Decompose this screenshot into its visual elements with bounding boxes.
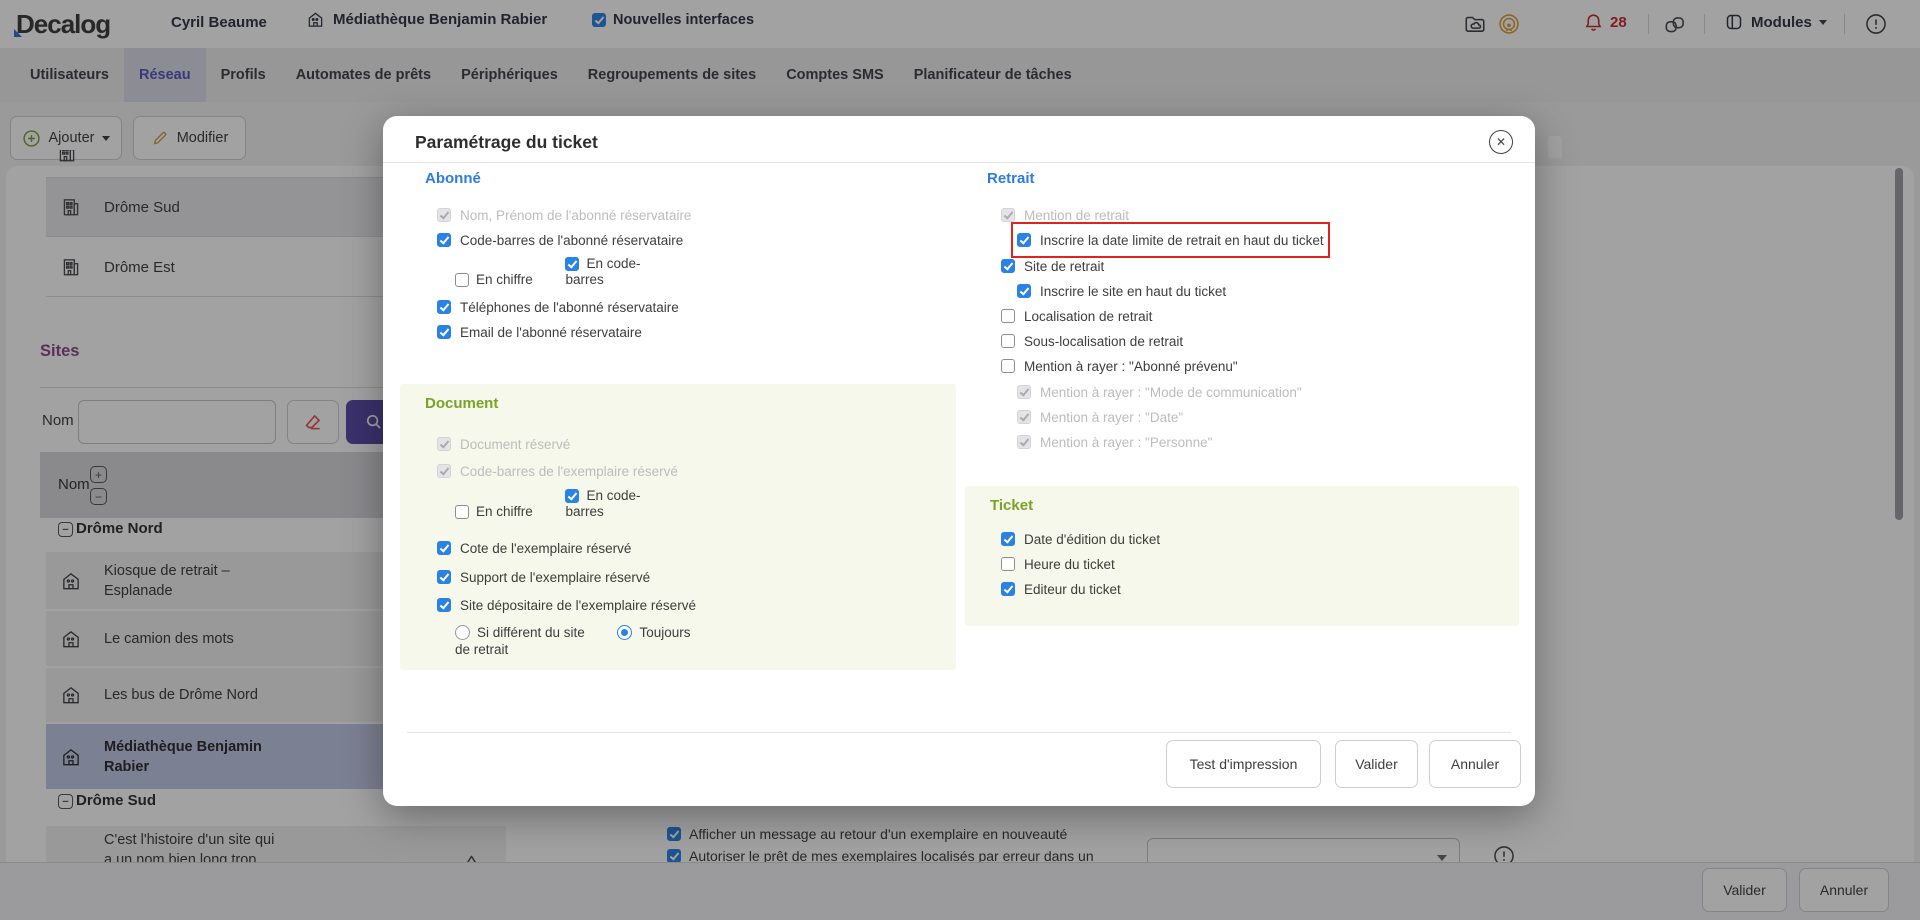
- checkbox[interactable]: [565, 489, 579, 503]
- sub-options-row: En chiffre En code-barres: [455, 488, 659, 521]
- modal-validate-button[interactable]: Valider: [1335, 740, 1418, 788]
- checkbox: [1017, 385, 1031, 399]
- checkbox-label: Inscrire le site en haut du ticket: [1040, 284, 1226, 299]
- checkbox[interactable]: [437, 233, 451, 247]
- checkbox-label: Mention à rayer : "Personne": [1040, 435, 1212, 450]
- radio-options-row: Si différent du site de retrait Toujours: [455, 624, 690, 659]
- radio-label: Si différent du site de retrait: [455, 625, 585, 657]
- checkbox-row[interactable]: Email de l'abonné réservataire: [437, 320, 642, 344]
- section-heading-abonne: Abonné: [425, 170, 481, 187]
- checkbox-row: Document réservé: [437, 432, 570, 456]
- close-icon[interactable]: ✕: [1489, 130, 1513, 154]
- checkbox: [1001, 208, 1015, 222]
- checkbox[interactable]: [1017, 233, 1031, 247]
- checkbox-label: Support de l'exemplaire réservé: [460, 570, 650, 585]
- checkbox-label: Code-barres de l'exemplaire réservé: [460, 464, 678, 479]
- checkbox-label: Nom, Prénom de l'abonné réservataire: [460, 208, 691, 223]
- checkbox-label: Mention à rayer : "Abonné prévenu": [1024, 359, 1238, 374]
- checkbox-row[interactable]: Support de l'exemplaire réservé: [437, 565, 650, 589]
- checkbox-label: En chiffre: [476, 504, 533, 519]
- checkbox: [437, 437, 451, 451]
- checkbox: [437, 208, 451, 222]
- checkbox-label: Inscrire la date limite de retrait en ha…: [1040, 233, 1324, 248]
- checkbox-row[interactable]: Sous-localisation de retrait: [1001, 329, 1183, 353]
- checkbox-label: Mention à rayer : "Date": [1040, 410, 1183, 425]
- checkbox-row[interactable]: Code-barres de l'abonné réservataire: [437, 228, 683, 252]
- checkbox: [437, 464, 451, 478]
- checkbox-row[interactable]: Inscrire le site en haut du ticket: [1017, 279, 1226, 303]
- sub-options-row: En chiffre En code-barres: [455, 256, 659, 289]
- checkbox-en-code-barres[interactable]: En code-barres: [565, 488, 659, 520]
- radio-button[interactable]: [455, 625, 470, 640]
- checkbox-en-chiffre[interactable]: En chiffre: [455, 504, 551, 520]
- checkbox[interactable]: [565, 257, 579, 271]
- test-print-button[interactable]: Test d'impression: [1166, 740, 1321, 788]
- checkbox-row[interactable]: Cote de l'exemplaire réservé: [437, 536, 631, 560]
- modal-cancel-button[interactable]: Annuler: [1429, 740, 1521, 788]
- checkbox[interactable]: [1001, 259, 1015, 273]
- checkbox[interactable]: [455, 273, 469, 287]
- checkbox-label: En chiffre: [476, 272, 533, 287]
- checkbox-label: Sous-localisation de retrait: [1024, 334, 1183, 349]
- checkbox-en-chiffre[interactable]: En chiffre: [455, 272, 551, 288]
- checkbox-label: Document réservé: [460, 437, 570, 452]
- checkbox-row[interactable]: Heure du ticket: [1001, 552, 1115, 576]
- checkbox: [1017, 410, 1031, 424]
- checkbox-label: Code-barres de l'abonné réservataire: [460, 233, 683, 248]
- checkbox-label: Téléphones de l'abonné réservataire: [460, 300, 679, 315]
- checkbox[interactable]: [437, 300, 451, 314]
- checkbox-label: Mention à rayer : "Mode de communication…: [1040, 385, 1302, 400]
- checkbox[interactable]: [1001, 557, 1015, 571]
- checkbox-row: Mention à rayer : "Mode de communication…: [1017, 380, 1302, 404]
- checkbox[interactable]: [1001, 532, 1015, 546]
- checkbox[interactable]: [437, 325, 451, 339]
- checkbox-row: Code-barres de l'exemplaire réservé: [437, 459, 678, 483]
- checkbox[interactable]: [437, 570, 451, 584]
- radio-button[interactable]: [617, 625, 632, 640]
- ticket-settings-modal: Paramétrage du ticket ✕ Abonné Nom, Prén…: [383, 116, 1535, 806]
- section-heading-ticket: Ticket: [990, 497, 1033, 514]
- checkbox-row[interactable]: Téléphones de l'abonné réservataire: [437, 295, 679, 319]
- checkbox-label: Date d'édition du ticket: [1024, 532, 1160, 547]
- checkbox[interactable]: [1017, 284, 1031, 298]
- checkbox-row[interactable]: Localisation de retrait: [1001, 304, 1152, 328]
- modal-title: Paramétrage du ticket: [415, 132, 598, 153]
- checkbox-label: Site dépositaire de l'exemplaire réservé: [460, 598, 696, 613]
- checkbox[interactable]: [1001, 309, 1015, 323]
- checkbox[interactable]: [1001, 334, 1015, 348]
- checkbox-label: Editeur du ticket: [1024, 582, 1121, 597]
- checkbox-row: Mention à rayer : "Date": [1017, 405, 1183, 429]
- checkbox-label: Email de l'abonné réservataire: [460, 325, 642, 340]
- checkbox[interactable]: [1001, 582, 1015, 596]
- checkbox: [1017, 435, 1031, 449]
- section-heading-document: Document: [425, 395, 498, 412]
- checkbox-row[interactable]: Editeur du ticket: [1001, 577, 1121, 601]
- checkbox-row[interactable]: Site dépositaire de l'exemplaire réservé: [437, 593, 696, 617]
- checkbox-row-date-limite[interactable]: Inscrire la date limite de retrait en ha…: [1017, 228, 1324, 252]
- checkbox[interactable]: [437, 541, 451, 555]
- checkbox[interactable]: [437, 598, 451, 612]
- checkbox-en-code-barres[interactable]: En code-barres: [565, 256, 659, 288]
- checkbox-row[interactable]: Mention à rayer : "Abonné prévenu": [1001, 354, 1238, 378]
- checkbox-label: Mention de retrait: [1024, 208, 1129, 223]
- checkbox-label: Heure du ticket: [1024, 557, 1115, 572]
- checkbox-label: Site de retrait: [1024, 259, 1104, 274]
- checkbox-row[interactable]: Site de retrait: [1001, 254, 1104, 278]
- checkbox-label: Cote de l'exemplaire réservé: [460, 541, 631, 556]
- divider: [383, 162, 1535, 163]
- radio-si-different[interactable]: Si différent du site de retrait: [455, 624, 597, 658]
- checkbox[interactable]: [1001, 359, 1015, 373]
- checkbox-label: Localisation de retrait: [1024, 309, 1152, 324]
- checkbox-row: Nom, Prénom de l'abonné réservataire: [437, 203, 691, 227]
- checkbox-row: Mention de retrait: [1001, 203, 1129, 227]
- checkbox-row: Mention à rayer : "Personne": [1017, 430, 1212, 454]
- radio-label: Toujours: [639, 625, 690, 640]
- divider: [407, 732, 1511, 733]
- section-heading-retrait: Retrait: [987, 170, 1035, 187]
- radio-toujours[interactable]: Toujours: [617, 624, 690, 641]
- checkbox[interactable]: [455, 505, 469, 519]
- checkbox-row[interactable]: Date d'édition du ticket: [1001, 527, 1160, 551]
